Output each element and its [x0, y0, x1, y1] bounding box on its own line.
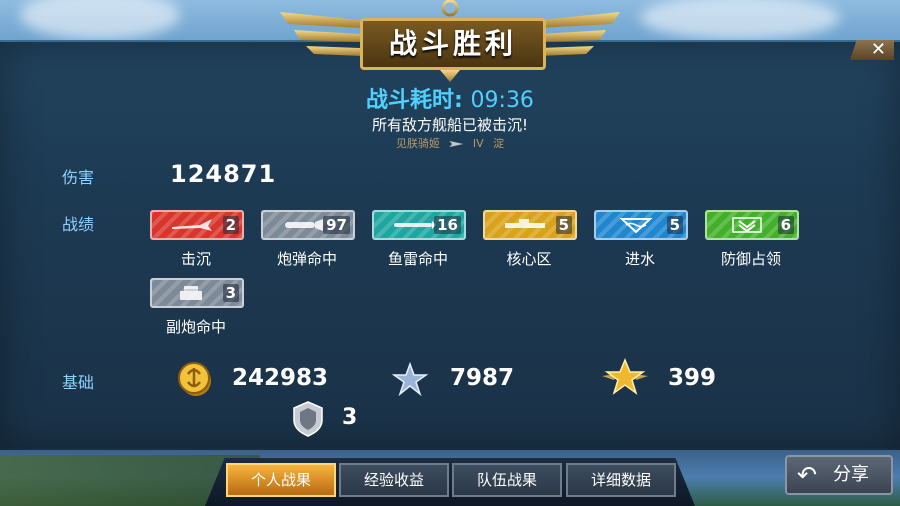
shield-value: 3 [342, 405, 358, 430]
star-icon [392, 362, 428, 396]
achievement-label: 核心区 [506, 250, 552, 268]
ship-class-icon [449, 141, 464, 147]
achievement-label: 防御占领 [720, 250, 781, 268]
tab-team-results[interactable]: 队伍战果 [452, 463, 562, 497]
gold-value: 242983 [232, 365, 329, 391]
achievement-count: 3 [222, 284, 239, 302]
achievement-badge-shell-hits[interactable]: 97 [261, 210, 355, 240]
secondary-gun-icon [180, 286, 202, 300]
achievement-label: 鱼雷命中 [387, 250, 448, 268]
share-button[interactable]: ↶ 分享 [785, 455, 893, 495]
ship-name: 见朕骑姬 [395, 137, 440, 150]
achievement-label: 击沉 [180, 250, 211, 268]
battle-victory-title: 战斗胜利 [360, 18, 546, 70]
achievement-badge-core[interactable]: 5 [483, 210, 577, 240]
share-arrow-icon: ↶ [797, 461, 818, 489]
ship-tier: IV [472, 137, 484, 150]
tab-personal-results[interactable]: 个人战果 [226, 463, 336, 497]
close-button[interactable]: ✕ [850, 40, 894, 60]
achievement-count: 16 [434, 216, 461, 234]
merit-value: 399 [668, 365, 717, 391]
merit-star-icon [602, 358, 648, 395]
basic-label: 基础 [62, 373, 95, 392]
ship-class: 淀 [493, 137, 505, 150]
achievement-badge-flooding[interactable]: 5 [594, 210, 688, 240]
tab-experience-gains[interactable]: 经验收益 [339, 463, 449, 497]
achievement-badge-torpedo-hits[interactable]: 16 [372, 210, 466, 240]
damage-label: 伤害 [62, 168, 95, 187]
shell-icon [285, 219, 323, 231]
achievement-label: 进水 [624, 250, 655, 268]
duration-value: 09:36 [470, 88, 534, 113]
achievement-count: 2 [222, 216, 239, 234]
duration-label: 战斗耗时: [366, 88, 463, 113]
result-message: 所有敌方舰船已被击沉! [371, 116, 528, 134]
achievement-count: 6 [777, 216, 794, 234]
torpedo-icon [394, 221, 436, 229]
ship-info: 见朕骑姬 IV 淀 [0, 135, 900, 151]
achievement-badge-secondary-hits[interactable]: 3 [150, 278, 244, 308]
tab-detailed-data[interactable]: 详细数据 [566, 463, 676, 497]
gold-coin-icon [178, 362, 211, 396]
achievement-badge-sink[interactable]: 2 [150, 210, 244, 240]
flood-icon [619, 218, 653, 233]
achievement-label: 副炮命中 [165, 318, 226, 336]
share-label: 分享 [833, 464, 869, 485]
achievement-badge-defense[interactable]: 6 [705, 210, 799, 240]
record-label: 战绩 [62, 215, 95, 234]
achievement-count: 5 [666, 216, 683, 234]
plane-icon [172, 219, 212, 231]
core-icon [505, 219, 545, 228]
achievement-count: 97 [323, 216, 350, 234]
battle-duration: 战斗耗时: 09:36 [0, 82, 900, 114]
damage-value: 124871 [170, 160, 277, 188]
defense-icon [732, 217, 762, 233]
achievement-count: 5 [555, 216, 572, 234]
shield-icon [293, 401, 323, 437]
stars-value: 7987 [450, 365, 515, 391]
achievement-label: 炮弹命中 [276, 250, 337, 268]
